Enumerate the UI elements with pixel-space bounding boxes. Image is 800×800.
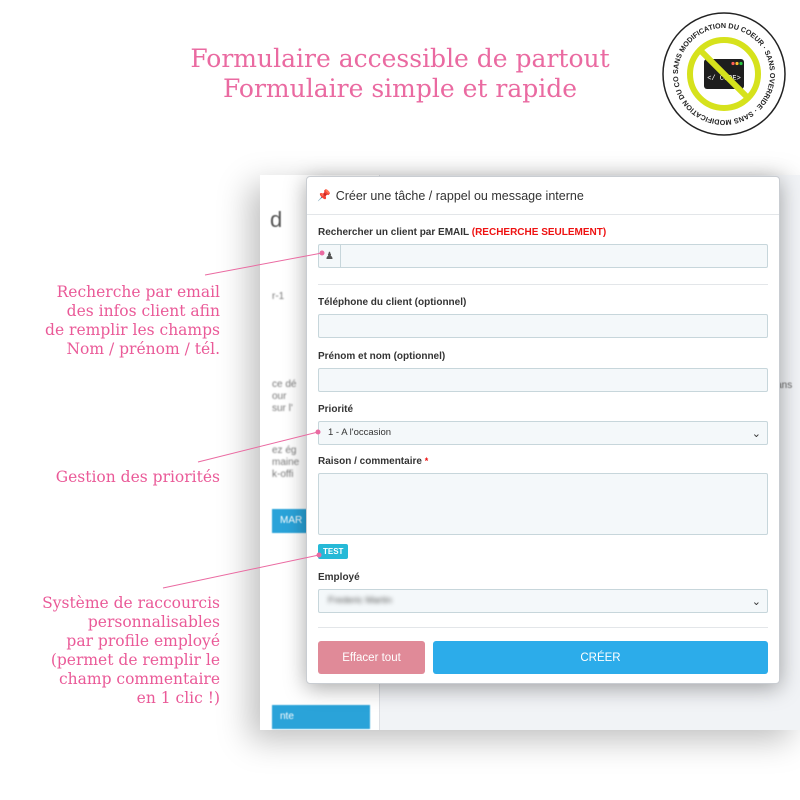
background-fragment: our <box>272 391 287 402</box>
priority-selected-value: 1 - A l'occasion <box>328 427 392 438</box>
shortcut-test-button[interactable]: TEST <box>318 544 349 559</box>
background-fragment: k-offi <box>272 469 294 480</box>
background-fragment: r-1 <box>272 291 285 302</box>
client-phone-input[interactable] <box>318 314 768 338</box>
background-fragment: sur l' <box>272 403 293 414</box>
modal-header: 📌 Créer une tâche / rappel ou message in… <box>307 177 779 215</box>
pin-icon: 📌 <box>317 190 331 202</box>
name-field-group: Prénom et nom (optionnel) <box>318 351 768 392</box>
background-fragment: ce dé <box>272 379 297 390</box>
annotation-shortcuts: Système de raccourcis personnalisables p… <box>42 594 220 707</box>
chevron-down-icon: ⌄ <box>751 596 761 608</box>
background-button: nte <box>272 705 370 729</box>
chevron-down-icon: ⌄ <box>751 428 761 440</box>
headline-line-2: Formulaire simple et rapide <box>222 74 578 103</box>
modal-title: Créer une tâche / rappel ou message inte… <box>335 188 584 203</box>
annotation-search: Recherche par email des infos client afi… <box>45 283 220 358</box>
priority-select[interactable]: 1 - A l'occasion ⌄ <box>318 421 768 445</box>
annotation-priority: Gestion des priorités <box>55 468 220 486</box>
employee-select[interactable]: Frederic Martin ⌄ <box>318 589 768 613</box>
divider <box>318 627 768 628</box>
create-task-modal: 📌 Créer une tâche / rappel ou message in… <box>306 176 780 684</box>
no-core-modification-badge: SANS MODIFICATION DU COEUR · SANS OVERRI… <box>662 12 786 136</box>
reason-label: Raison / commentaire * <box>318 456 429 467</box>
background-fragment: ez ég <box>272 445 297 456</box>
client-email-search-input[interactable] <box>340 244 768 268</box>
priority-label: Priorité <box>318 404 354 415</box>
headline: Formulaire accessible de partout Formula… <box>150 44 650 104</box>
search-input-group: ♟ <box>318 244 768 268</box>
phone-label: Téléphone du client (optionnel) <box>318 297 467 308</box>
headline-line-1: Formulaire accessible de partout <box>190 44 610 73</box>
search-label: Rechercher un client par EMAIL (RECHERCH… <box>318 227 607 238</box>
priority-field-group: Priorité 1 - A l'occasion ⌄ <box>318 404 768 445</box>
employee-field-group: Employé Frederic Martin ⌄ <box>318 572 768 613</box>
name-label: Prénom et nom (optionnel) <box>318 351 446 362</box>
client-name-input[interactable] <box>318 368 768 392</box>
reason-textarea[interactable] <box>318 473 768 535</box>
search-only-warning: (RECHERCHE SEULEMENT) <box>471 227 607 238</box>
background-fragment: maine <box>272 457 300 468</box>
clear-all-button[interactable]: Effacer tout <box>318 641 425 674</box>
user-icon: ♟ <box>318 244 340 268</box>
search-field-group: Rechercher un client par EMAIL (RECHERCH… <box>318 227 768 268</box>
background-title-fragment: d <box>270 207 283 232</box>
employee-selected-value: Frederic Martin <box>328 595 392 606</box>
required-mark: * <box>424 456 429 466</box>
reason-field-group: Raison / commentaire * <box>318 456 768 535</box>
employee-label: Employé <box>318 572 360 583</box>
phone-field-group: Téléphone du client (optionnel) <box>318 297 768 338</box>
divider <box>318 284 768 285</box>
create-button[interactable]: CRÉER <box>433 641 768 674</box>
